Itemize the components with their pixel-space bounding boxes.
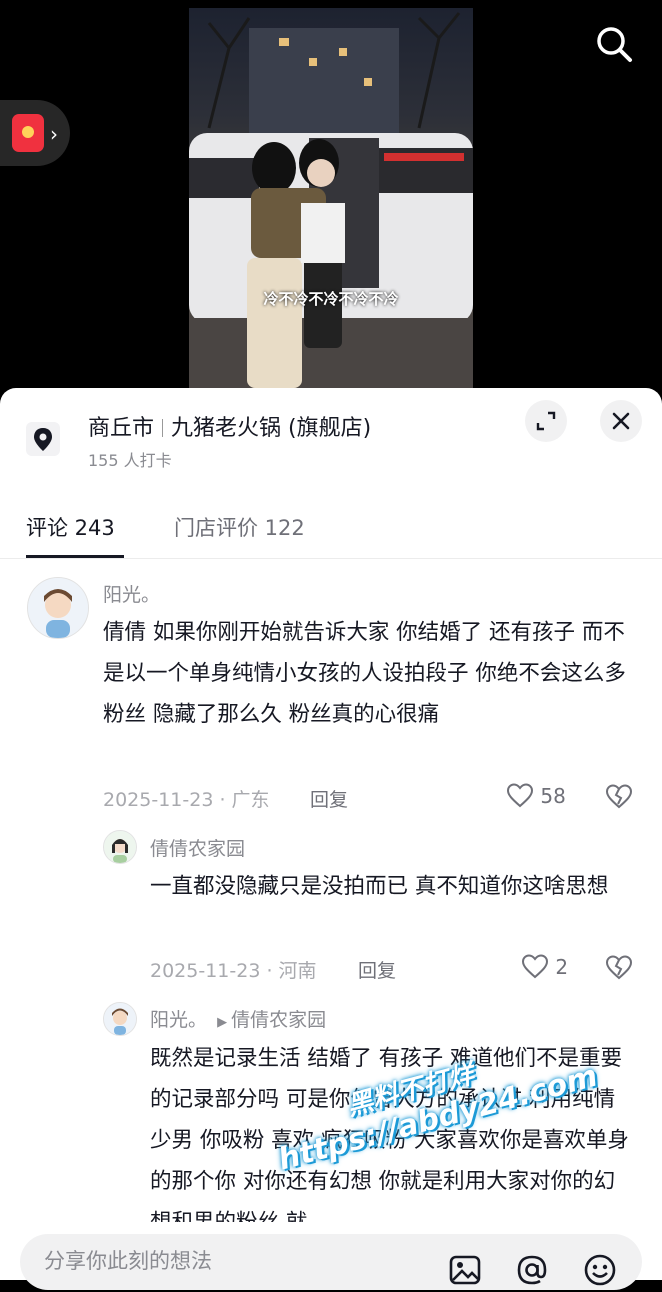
image-icon[interactable]	[447, 1252, 483, 1288]
comment-text: 既然是记录生活 结婚了 有孩子 难道他们不是重要的记录部分吗 可是你何曾大方的承…	[150, 1046, 629, 1235]
location-pin-icon	[26, 422, 60, 456]
comment-author-line: 阳光。 ▶ 倩倩农家园	[150, 1005, 326, 1032]
red-packet-button[interactable]: ›	[0, 100, 70, 166]
dislike-button[interactable]	[605, 954, 633, 980]
comment-input[interactable]	[42, 1248, 426, 1274]
video-scene	[189, 12, 473, 388]
like-button[interactable]: 2	[521, 953, 568, 979]
location-name: 九猪老火锅 (旗舰店)	[171, 416, 372, 441]
tab-underline	[26, 555, 124, 558]
like-count: 2	[555, 955, 569, 979]
search-icon[interactable]	[592, 22, 636, 66]
reply-to-author[interactable]: 倩倩农家园	[231, 1009, 326, 1031]
video-subtitle: 冷不冷不冷不冷不冷	[263, 290, 399, 308]
comment-input-pill[interactable]	[20, 1234, 642, 1290]
comment-text: 一直都没隐藏只是没拍而已 真不知道你这啥思想	[150, 874, 609, 899]
comment-composer	[0, 1222, 662, 1290]
location-city: 商丘市	[88, 416, 155, 441]
reply-arrow-icon: ▶	[217, 1015, 228, 1030]
comment-text: 倩倩 如果你刚开始就告诉大家 你结婚了 还有孩子 而不是以一个单身纯情小女孩的人…	[103, 620, 626, 727]
expand-icon	[536, 411, 556, 431]
reply-button[interactable]: 回复	[310, 785, 348, 812]
comment-author[interactable]: 阳光。	[150, 1009, 207, 1031]
heart-icon	[506, 783, 534, 808]
like-button[interactable]: 58	[506, 782, 566, 808]
location-title[interactable]: 商丘市 九猪老火锅 (旗舰店)	[88, 410, 371, 442]
checkin-count: 155 人打卡	[88, 451, 172, 470]
close-icon	[612, 412, 630, 430]
broken-heart-icon	[605, 784, 633, 809]
close-button[interactable]	[600, 400, 642, 442]
red-packet-icon	[12, 114, 44, 152]
tab-comments[interactable]: 评论 243	[26, 512, 115, 542]
chevron-right-icon: ›	[50, 122, 58, 146]
dislike-button[interactable]	[605, 783, 633, 809]
comment-meta: 2025-11-23 · 广东	[103, 789, 270, 811]
tab-store-reviews[interactable]: 门店评价 122	[174, 512, 305, 542]
video-player[interactable]: 冷不冷不冷不冷不冷 ›	[0, 0, 662, 400]
comment-tabs: 评论 243 门店评价 122	[0, 508, 662, 559]
avatar[interactable]	[103, 830, 137, 864]
video-frame[interactable]: 冷不冷不冷不冷不冷	[189, 8, 473, 388]
comment-meta: 2025-11-23 · 河南	[150, 960, 317, 982]
avatar[interactable]	[27, 577, 89, 639]
reply-button[interactable]: 回复	[358, 956, 396, 983]
comment-author[interactable]: 阳光。	[103, 580, 160, 607]
comment-author[interactable]: 倩倩农家园	[150, 834, 245, 861]
heart-icon	[521, 954, 549, 979]
avatar[interactable]	[103, 1002, 137, 1036]
like-count: 58	[540, 784, 566, 808]
location-separator	[162, 419, 164, 437]
comment-sheet: 商丘市 九猪老火锅 (旗舰店) 155 人打卡 评论 243 门店评价 122 阳…	[0, 388, 662, 1280]
mention-icon[interactable]	[514, 1252, 550, 1288]
expand-button[interactable]	[525, 400, 567, 442]
broken-heart-icon	[605, 955, 633, 980]
emoji-icon[interactable]	[582, 1252, 618, 1288]
